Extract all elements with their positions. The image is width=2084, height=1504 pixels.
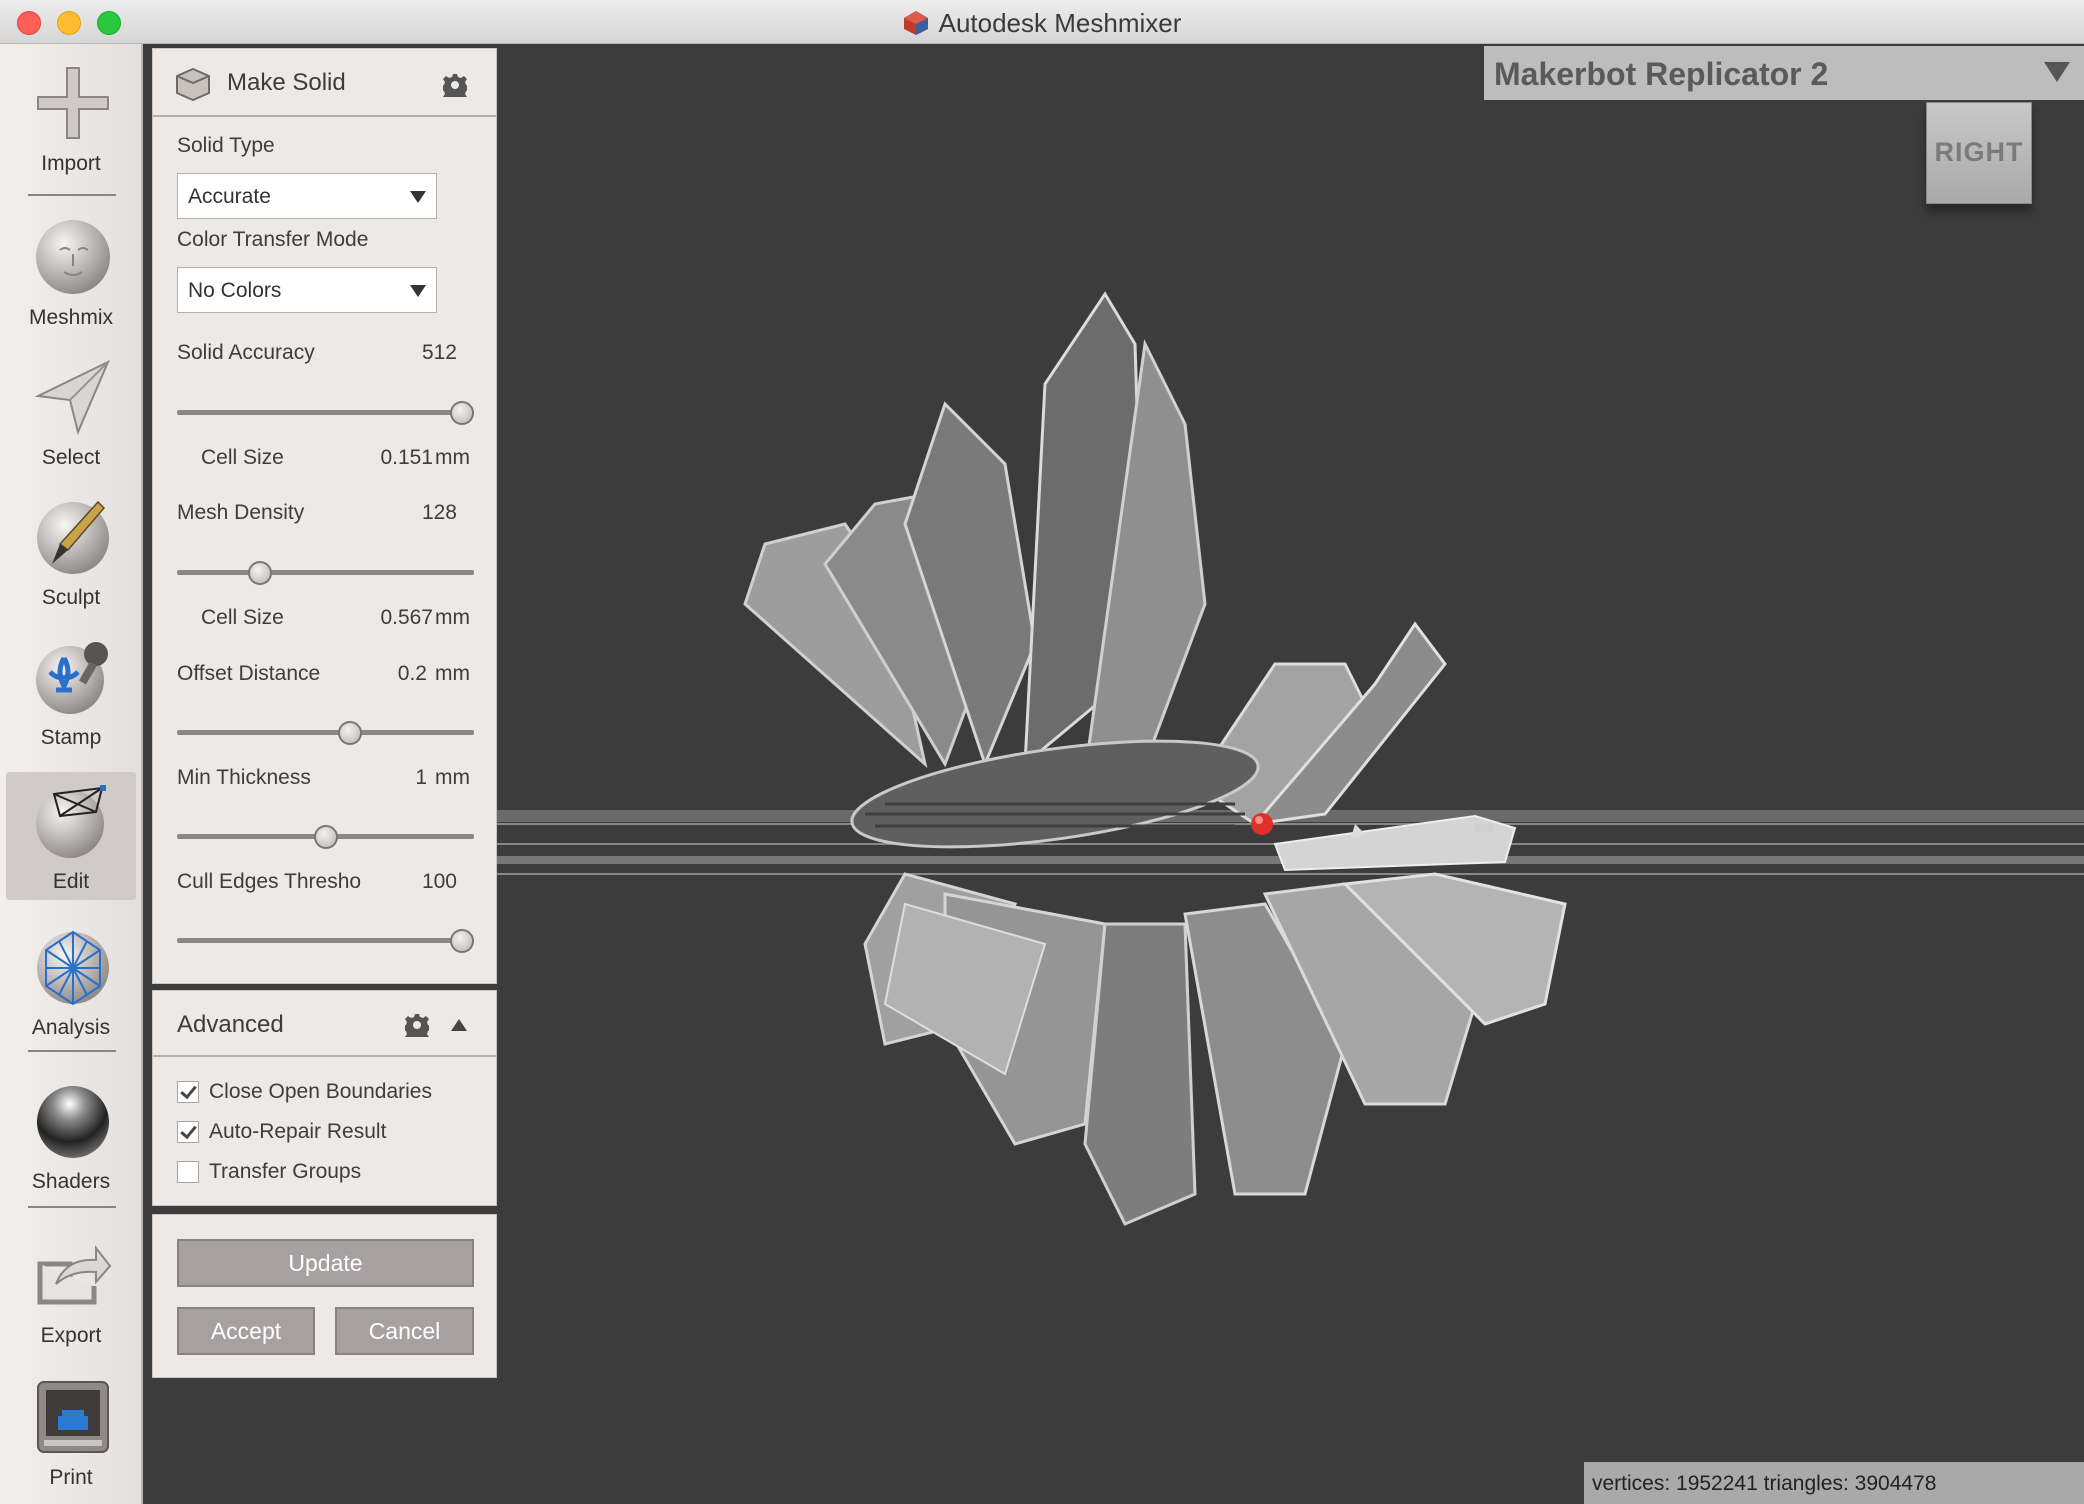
cancel-button[interactable]: Cancel (335, 1307, 474, 1355)
toolbar-meshmix[interactable]: Meshmix (6, 208, 136, 336)
view-cube[interactable]: RIGHT (1926, 102, 2032, 204)
make-solid-panel: Make Solid Solid Type Accurate Color Tra… (152, 48, 497, 984)
mesh-density-value: 128 (421, 501, 457, 524)
slider-handle[interactable] (247, 561, 272, 585)
slider-handle[interactable] (338, 721, 363, 745)
toolbar-divider (28, 194, 116, 196)
export-icon (37, 1245, 112, 1305)
gear-icon[interactable] (443, 73, 467, 97)
offset-distance-label: Offset Distance (177, 662, 321, 685)
cell-size-unit: mm (435, 446, 470, 469)
accept-button[interactable]: Accept (177, 1307, 315, 1355)
offset-distance-unit: mm (435, 662, 470, 685)
transfer-groups-label: Transfer Groups (209, 1160, 362, 1183)
meshmixer-logo-icon (903, 11, 928, 35)
triangle-down-icon (410, 191, 426, 203)
shader-sphere-icon (37, 1086, 109, 1158)
auto-repair-checkbox[interactable] (177, 1121, 199, 1143)
cull-edges-value: 100 (421, 870, 457, 893)
slider-handle[interactable] (450, 929, 474, 953)
solid-accuracy-slider[interactable] (177, 401, 474, 425)
auto-repair-label: Auto-Repair Result (209, 1120, 387, 1143)
title-bar: Autodesk Meshmixer (0, 0, 2084, 44)
head-sphere-icon (36, 220, 110, 294)
plus-icon (37, 67, 109, 139)
cell-size-label: Cell Size (201, 606, 284, 629)
toolbar-select[interactable]: Select (6, 348, 136, 476)
toolbar-stamp[interactable]: Stamp (6, 628, 136, 756)
toolbar-edit[interactable]: Edit (6, 772, 136, 900)
cell-size-label: Cell Size (201, 446, 284, 469)
toolbar-import[interactable]: Import (6, 54, 136, 182)
stamp-sphere-icon (36, 642, 108, 714)
window-title: Autodesk Meshmixer (0, 8, 2084, 39)
mesh-stats: vertices: 1952241 triangles: 3904478 (1584, 1462, 2084, 1504)
min-thickness-label: Min Thickness (177, 766, 311, 789)
close-open-boundaries-label: Close Open Boundaries (209, 1080, 432, 1103)
solid-accuracy-label: Solid Accuracy (177, 341, 315, 364)
brush-sphere-icon (37, 500, 109, 574)
min-thickness-slider[interactable] (177, 825, 474, 849)
toolbar-export[interactable]: Export (6, 1226, 136, 1354)
collapse-arrow-icon[interactable] (451, 1019, 467, 1031)
toolbar-shaders[interactable]: Shaders (6, 1072, 136, 1200)
toolbar-divider (28, 1050, 116, 1052)
printer-icon (37, 1381, 109, 1453)
cell-size-value: 0.567 (380, 606, 433, 629)
toolbar-sculpt[interactable]: Sculpt (6, 488, 136, 616)
gear-icon[interactable] (405, 1013, 429, 1037)
slider-handle[interactable] (313, 825, 338, 849)
chevron-down-icon (2044, 62, 2070, 82)
solid-type-dropdown[interactable]: Accurate (177, 173, 437, 219)
cell-size-unit: mm (435, 606, 470, 629)
mesh-density-label: Mesh Density (177, 501, 305, 524)
cull-edges-label: Cull Edges Thresho (177, 870, 362, 893)
toolbar-print[interactable]: Print (6, 1368, 136, 1496)
advanced-header[interactable]: Advanced (153, 991, 496, 1057)
edit-sphere-icon (36, 785, 106, 858)
update-button[interactable]: Update (177, 1239, 474, 1287)
toolbar-divider (28, 1206, 116, 1208)
triangle-down-icon (410, 285, 426, 297)
cube-icon (176, 67, 210, 101)
offset-distance-value: 0.2 (397, 662, 427, 685)
slider-handle[interactable] (450, 401, 474, 425)
arrow-cursor-icon (34, 359, 110, 436)
offset-distance-slider[interactable] (177, 721, 474, 745)
color-transfer-label: Color Transfer Mode (177, 228, 369, 251)
color-transfer-dropdown[interactable]: No Colors (177, 267, 437, 313)
wireframe-sphere-icon (37, 930, 109, 1006)
toolbar-analysis[interactable]: Analysis (6, 918, 136, 1046)
mesh-density-slider[interactable] (177, 561, 474, 585)
left-toolbar: Import Meshmix Select Sculpt Stamp Edit … (0, 44, 143, 1504)
cull-edges-slider[interactable] (177, 929, 474, 953)
panel-header: Make Solid (153, 49, 496, 117)
transfer-groups-checkbox[interactable] (177, 1161, 199, 1183)
advanced-panel: Advanced Close Open Boundaries Auto-Repa… (152, 990, 497, 1206)
min-thickness-unit: mm (435, 766, 470, 789)
actions-panel: Update Accept Cancel (152, 1214, 497, 1378)
solid-accuracy-value: 512 (421, 341, 457, 364)
close-open-boundaries-checkbox[interactable] (177, 1081, 199, 1103)
printer-selector[interactable]: Makerbot Replicator 2 (1484, 46, 2084, 100)
min-thickness-value: 1 (415, 766, 427, 789)
solid-type-label: Solid Type (177, 134, 275, 157)
cell-size-value: 0.151 (380, 446, 433, 469)
